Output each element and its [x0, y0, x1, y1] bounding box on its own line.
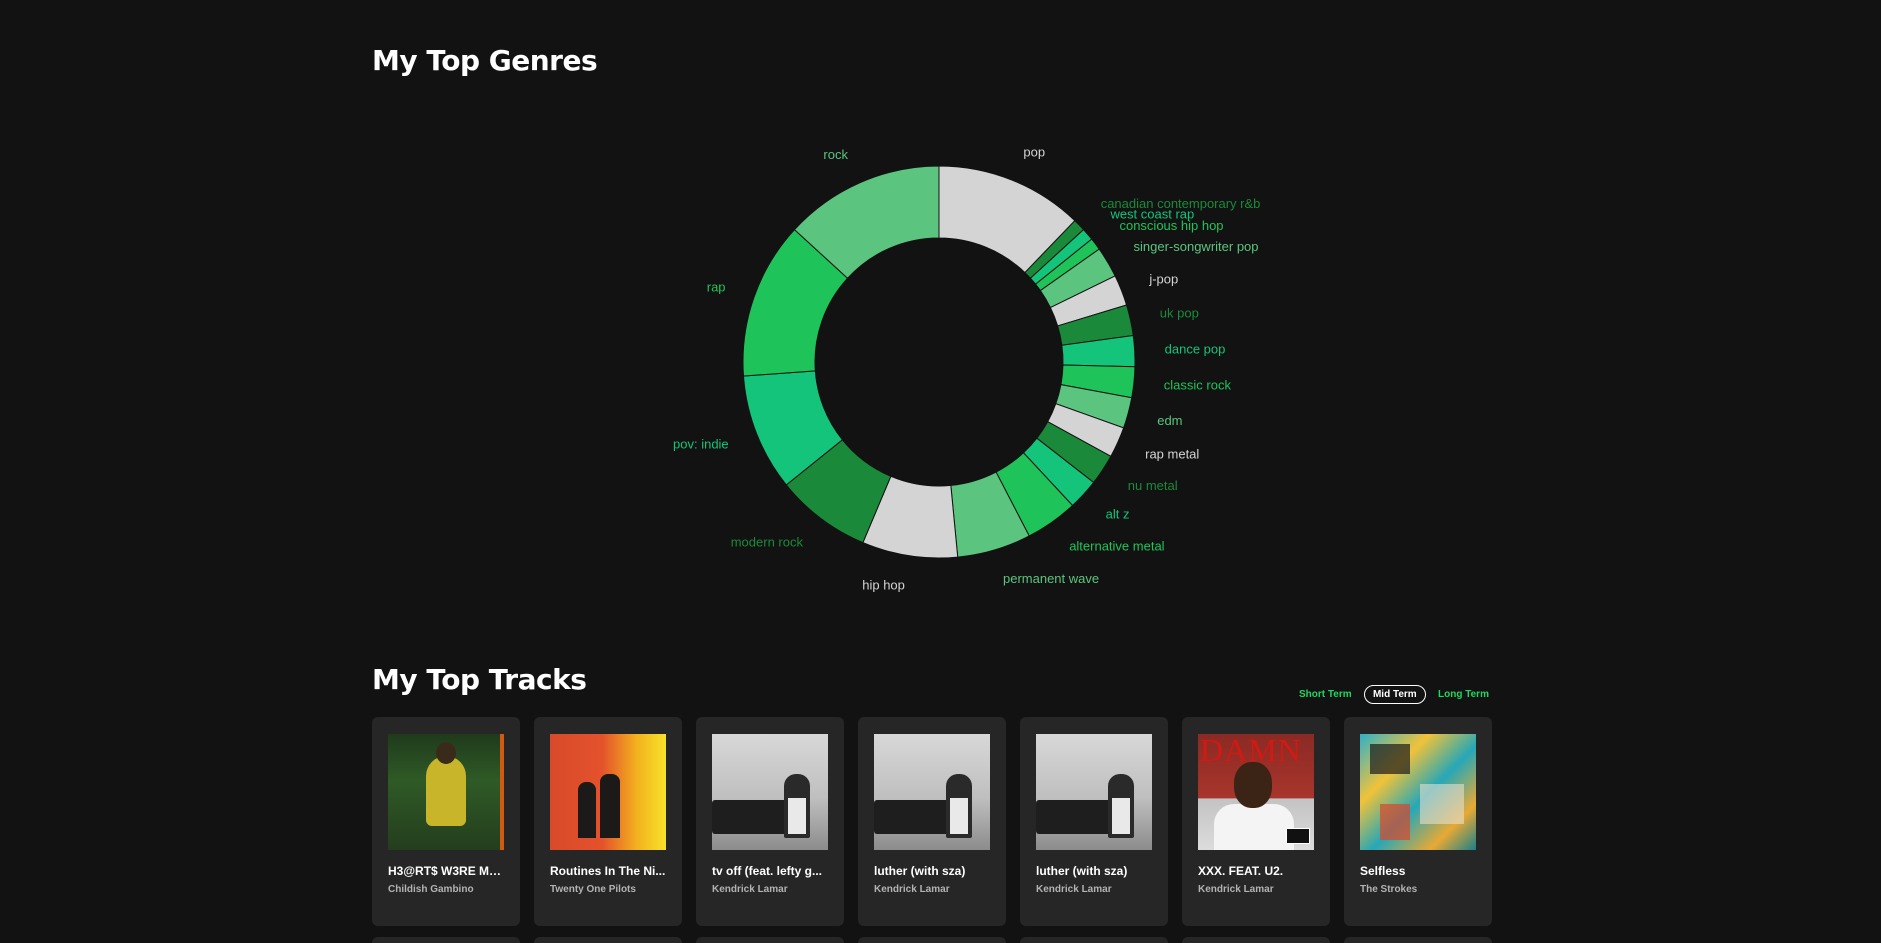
genre-label: hip hop [862, 577, 905, 592]
track-list-row-2 [372, 937, 1492, 943]
track-card-placeholder[interactable] [1020, 937, 1168, 943]
track-card-placeholder[interactable] [534, 937, 682, 943]
track-artist: Twenty One Pilots [550, 884, 636, 895]
track-card[interactable]: DAMN XXX. FEAT. U2. Kendrick Lamar [1182, 717, 1330, 926]
genre-label: singer-songwriter pop [1134, 239, 1259, 254]
track-name: tv off (feat. lefty g... [712, 864, 823, 878]
track-name: XXX. FEAT. U2. [1198, 864, 1284, 878]
track-card-placeholder[interactable] [696, 937, 844, 943]
track-card[interactable]: Selfless The Strokes [1344, 717, 1492, 926]
album-art-text: DAMN [1200, 734, 1302, 768]
track-artist: Kendrick Lamar [1036, 884, 1112, 895]
genre-donut-chart: popcanadian contemporary r&bwest coast r… [673, 144, 1260, 592]
genre-label: permanent wave [1003, 571, 1099, 586]
term-toggle: Short Term Mid Term Long Term [1290, 683, 1498, 705]
genre-label: alt z [1106, 507, 1130, 522]
album-cover[interactable] [874, 734, 990, 850]
track-card[interactable]: H3@RT$ W3RE M3... Childish Gambino [372, 717, 520, 926]
genre-label: pop [1023, 144, 1045, 159]
genre-label: nu metal [1128, 478, 1178, 493]
track-artist: Kendrick Lamar [874, 884, 950, 895]
genre-label: conscious hip hop [1119, 218, 1223, 233]
track-card-placeholder[interactable] [372, 937, 520, 943]
album-cover[interactable] [550, 734, 666, 850]
genre-label: uk pop [1160, 306, 1199, 321]
track-list: H3@RT$ W3RE M3... Childish Gambino Routine… [372, 717, 1492, 926]
track-card[interactable]: luther (with sza) Kendrick Lamar [1020, 717, 1168, 926]
genre-label: classic rock [1164, 377, 1232, 392]
track-artist: The Strokes [1360, 884, 1418, 895]
track-artist: Kendrick Lamar [1198, 884, 1274, 895]
track-card[interactable]: luther (with sza) Kendrick Lamar [858, 717, 1006, 926]
genre-label: rock [823, 147, 848, 162]
long-term-button[interactable]: Long Term [1429, 685, 1498, 704]
track-name: luther (with sza) [874, 864, 966, 878]
track-name: luther (with sza) [1036, 864, 1128, 878]
genre-label: rap metal [1145, 447, 1199, 462]
track-artist: Childish Gambino [388, 884, 474, 895]
track-name: H3@RT$ W3RE M3... [388, 864, 504, 878]
track-card-placeholder[interactable] [1344, 937, 1492, 943]
track-artist: Kendrick Lamar [712, 884, 788, 895]
page: My Top Genres pop canadian contemporary r… [0, 0, 1881, 943]
genre-label: alternative metal [1069, 539, 1164, 554]
short-term-button[interactable]: Short Term [1290, 685, 1361, 704]
album-cover[interactable] [712, 734, 828, 850]
album-cover[interactable]: DAMN [1198, 734, 1314, 850]
genre-label: edm [1157, 413, 1182, 428]
track-name: Selfless [1360, 864, 1406, 878]
genre-label: j-pop [1148, 271, 1178, 286]
track-name: Routines In The Ni... [550, 864, 666, 878]
track-card[interactable]: Routines In The Ni... Twenty One Pilots [534, 717, 682, 926]
track-card[interactable]: tv off (feat. lefty g... Kendrick Lamar [696, 717, 844, 926]
mid-term-button[interactable]: Mid Term [1363, 684, 1426, 704]
album-cover[interactable] [388, 734, 504, 850]
album-cover[interactable] [1360, 734, 1476, 850]
genre-label: modern rock [731, 534, 804, 549]
genre-label: pov: indie [673, 437, 729, 452]
genre-label: rap [707, 280, 726, 295]
album-cover[interactable] [1036, 734, 1152, 850]
tracks-title: My Top Tracks [372, 663, 587, 696]
track-card-placeholder[interactable] [1182, 937, 1330, 943]
genre-label: dance pop [1165, 341, 1226, 356]
track-card-placeholder[interactable] [858, 937, 1006, 943]
